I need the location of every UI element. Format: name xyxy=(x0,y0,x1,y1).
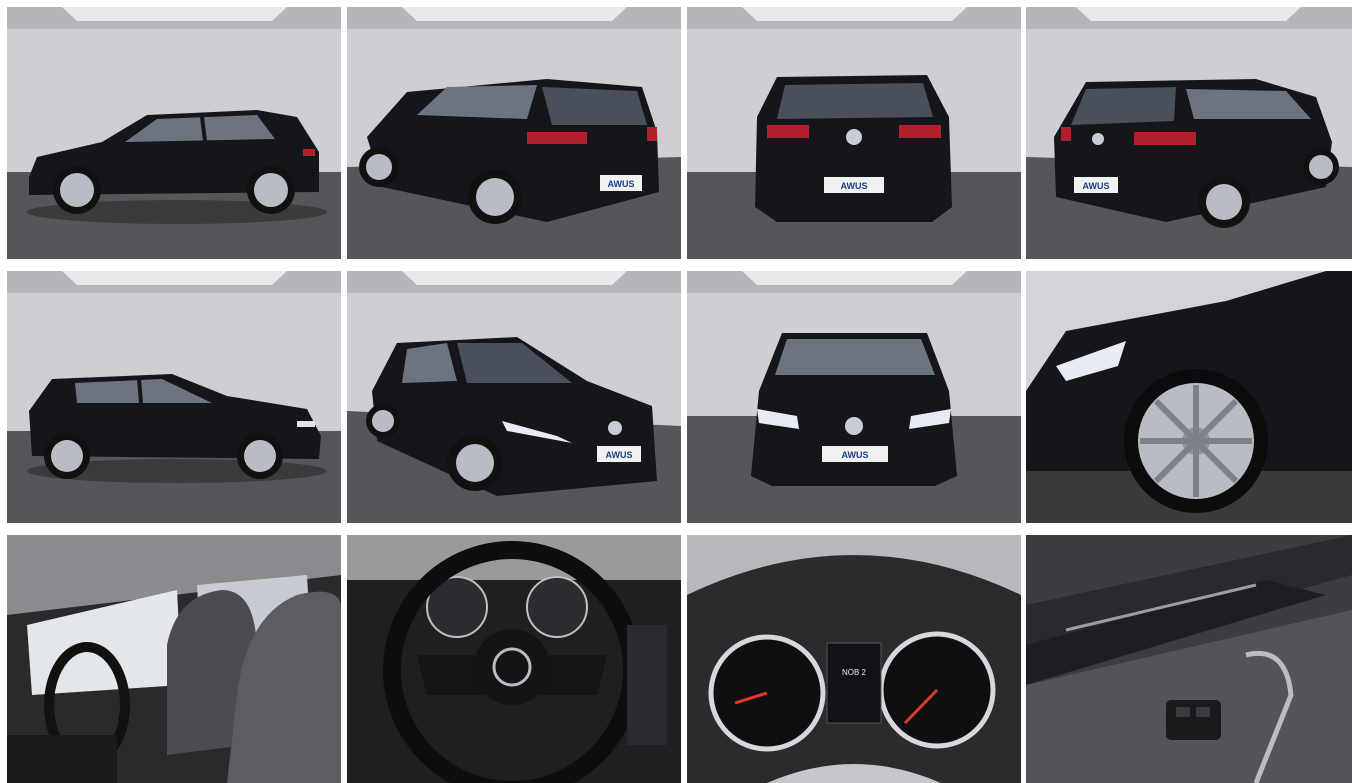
car-rear-left-image: AWUS xyxy=(347,7,681,259)
license-plate: AWUS xyxy=(608,179,635,189)
wheel-closeup-image xyxy=(1026,271,1352,523)
photo-rear[interactable]: AWUS xyxy=(687,7,1021,259)
car-rear-image: AWUS xyxy=(687,7,1021,259)
license-plate: AWUS xyxy=(1083,181,1110,191)
photo-steering-wheel[interactable] xyxy=(347,535,681,783)
photo-front-wheel-closeup[interactable] xyxy=(1026,271,1352,523)
car-rear-right-image: AWUS xyxy=(1026,7,1352,259)
license-plate: AWUS xyxy=(842,450,869,460)
license-plate: AWUS xyxy=(841,181,868,191)
photo-side-left[interactable] xyxy=(7,7,341,259)
photo-front[interactable]: AWUS xyxy=(687,271,1021,523)
photo-gallery: AWUS AWUS AWUS AWUS AWUS NOB 2 xyxy=(0,0,1352,783)
photo-side-right[interactable] xyxy=(7,271,341,523)
interior-seats-image xyxy=(7,535,341,783)
license-plate: AWUS xyxy=(606,450,633,460)
photo-front-left-three-quarter[interactable]: AWUS xyxy=(347,271,681,523)
photo-instrument-cluster[interactable]: NOB 2 xyxy=(687,535,1021,783)
photo-door-panel-window-switches[interactable] xyxy=(1026,535,1352,783)
steering-wheel-image xyxy=(347,535,681,783)
cluster-display-text: NOB 2 xyxy=(842,668,867,677)
photo-rear-right-three-quarter[interactable]: AWUS xyxy=(1026,7,1352,259)
car-front-image: AWUS xyxy=(687,271,1021,523)
photo-rear-left-three-quarter[interactable]: AWUS xyxy=(347,7,681,259)
car-front-left-image: AWUS xyxy=(347,271,681,523)
car-side-left-image xyxy=(7,7,341,259)
instrument-cluster-image: NOB 2 xyxy=(687,535,1021,783)
door-panel-image xyxy=(1026,535,1352,783)
photo-interior-front-seats[interactable] xyxy=(7,535,341,783)
car-side-right-image xyxy=(7,271,341,523)
